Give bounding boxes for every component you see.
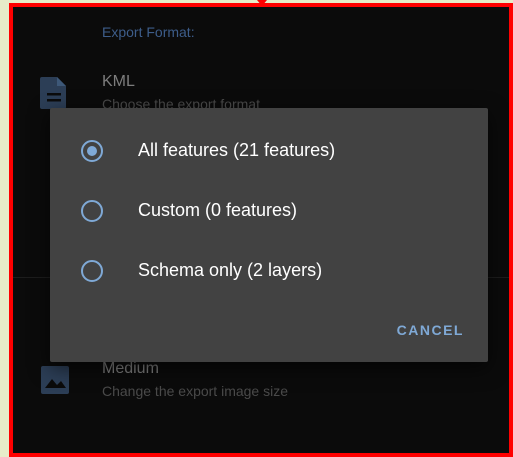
option-all-features[interactable]: All features (21 features) (50, 123, 488, 179)
option-schema-only[interactable]: Schema only (2 layers) (50, 243, 488, 299)
option-label: All features (21 features) (138, 140, 336, 160)
option-label: Custom (0 features) (138, 200, 298, 220)
cancel-button[interactable]: CANCEL (397, 318, 464, 342)
image-icon (41, 366, 69, 394)
pref-summary: Change the export image size (102, 383, 288, 399)
option-label: Schema only (2 layers) (138, 260, 323, 280)
radio-selected-icon[interactable] (80, 139, 104, 163)
export-features-dialog: All features (21 features) Custom (0 fea… (50, 108, 488, 362)
pref-row-image-size[interactable]: Medium Change the export image size (13, 355, 509, 405)
option-custom[interactable]: Custom (0 features) (50, 183, 488, 239)
pref-title: KML (102, 73, 135, 90)
screen-frame: Export Format: KML Choose the export for… (9, 3, 513, 457)
section-header-export-format: Export Format: (102, 24, 195, 40)
pref-title: Medium (102, 360, 159, 377)
file-document-icon (40, 77, 66, 109)
radio-unselected-icon[interactable] (80, 259, 104, 283)
radio-unselected-icon[interactable] (80, 199, 104, 223)
